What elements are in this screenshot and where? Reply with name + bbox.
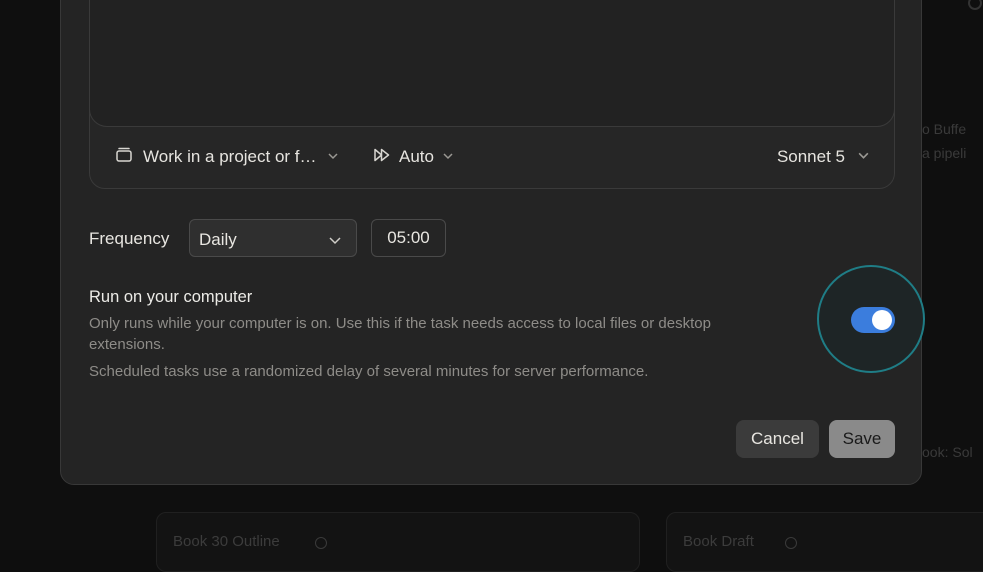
scheduling-note: Scheduled tasks use a randomized delay o… (89, 361, 789, 382)
time-input[interactable]: 05:00 (371, 219, 446, 257)
model-selector[interactable]: Sonnet 5 (777, 145, 870, 169)
project-selector[interactable]: Work in a project or f… (115, 145, 339, 169)
chevron-down-icon (442, 147, 454, 167)
scheduled-task-dialog: Work in a project or f… Auto Sonnet 5 (60, 0, 922, 485)
background-card-title: Book 30 Outline (173, 533, 280, 550)
run-on-computer-description: Only runs while your computer is on. Use… (89, 313, 789, 355)
save-button[interactable]: Save (829, 420, 895, 458)
model-selector-label: Sonnet 5 (777, 147, 845, 167)
background-text: o Buffe (922, 121, 966, 137)
background-card-title: Book Draft (683, 533, 754, 550)
toggle-knob (872, 310, 892, 330)
frequency-label: Frequency (89, 229, 169, 249)
run-on-computer-toggle[interactable] (851, 307, 895, 333)
frequency-select[interactable]: Daily (189, 219, 357, 257)
run-on-computer-section: Run on your computer Only runs while you… (89, 288, 789, 382)
background-text: ook: Sol (922, 444, 973, 460)
cancel-button[interactable]: Cancel (736, 420, 819, 458)
folder-icon (115, 146, 133, 169)
status-circle-icon (785, 537, 797, 549)
background-card[interactable]: Book 30 Outline (156, 512, 640, 572)
fast-forward-icon (373, 146, 391, 169)
mode-selector[interactable]: Auto (373, 145, 454, 169)
chevron-down-icon (857, 147, 870, 167)
background-text: a pipeli (922, 145, 966, 161)
chevron-down-icon (328, 233, 342, 252)
composer-toolbar: Work in a project or f… Auto Sonnet 5 (90, 128, 894, 190)
prompt-composer: Work in a project or f… Auto Sonnet 5 (89, 0, 895, 189)
status-circle-icon (315, 537, 327, 549)
mode-selector-label: Auto (399, 147, 434, 167)
chevron-down-icon (327, 147, 339, 167)
prompt-textarea[interactable] (89, 0, 895, 127)
frequency-value: Daily (199, 230, 237, 250)
project-selector-label: Work in a project or f… (143, 147, 317, 167)
run-on-computer-title: Run on your computer (89, 288, 789, 307)
frequency-row: Frequency Daily 05:00 (89, 219, 589, 257)
background-card[interactable]: Book Draft (666, 512, 983, 572)
gear-icon[interactable] (968, 0, 982, 10)
